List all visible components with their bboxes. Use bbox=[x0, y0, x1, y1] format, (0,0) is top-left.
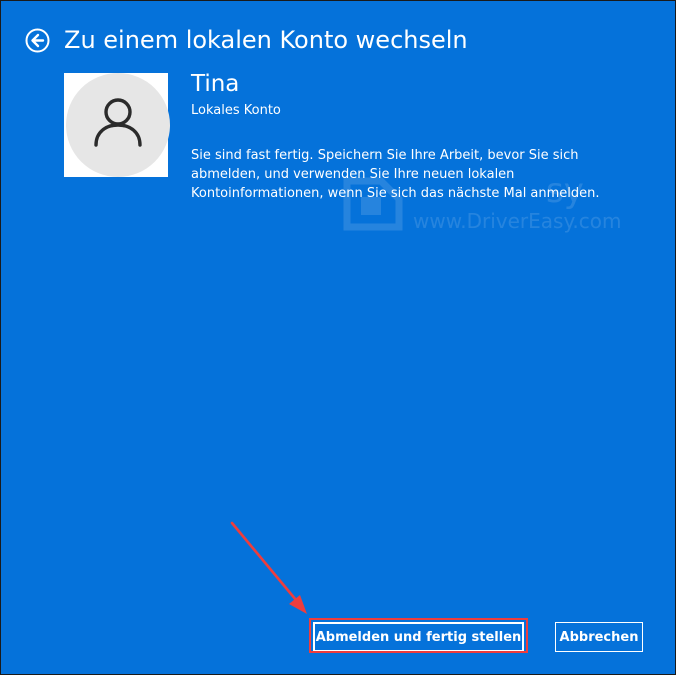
user-name: Tina bbox=[191, 71, 240, 97]
watermark-url: www.DriverEasy.com bbox=[413, 209, 622, 233]
sign-out-finish-button[interactable]: Abmelden und fertig stellen bbox=[313, 622, 524, 652]
account-type: Lokales Konto bbox=[191, 103, 281, 118]
avatar bbox=[64, 73, 170, 177]
dialog-window: Zu einem lokalen Konto wechseln Tina Lok… bbox=[0, 0, 676, 675]
avatar-circle bbox=[66, 73, 170, 177]
cancel-button[interactable]: Abbrechen bbox=[555, 622, 643, 652]
user-avatar-icon bbox=[94, 98, 142, 147]
page-title: Zu einem lokalen Konto wechseln bbox=[64, 26, 468, 54]
info-message: Sie sind fast fertig. Speichern Sie Ihre… bbox=[191, 148, 600, 201]
back-arrow-icon[interactable] bbox=[25, 28, 50, 53]
